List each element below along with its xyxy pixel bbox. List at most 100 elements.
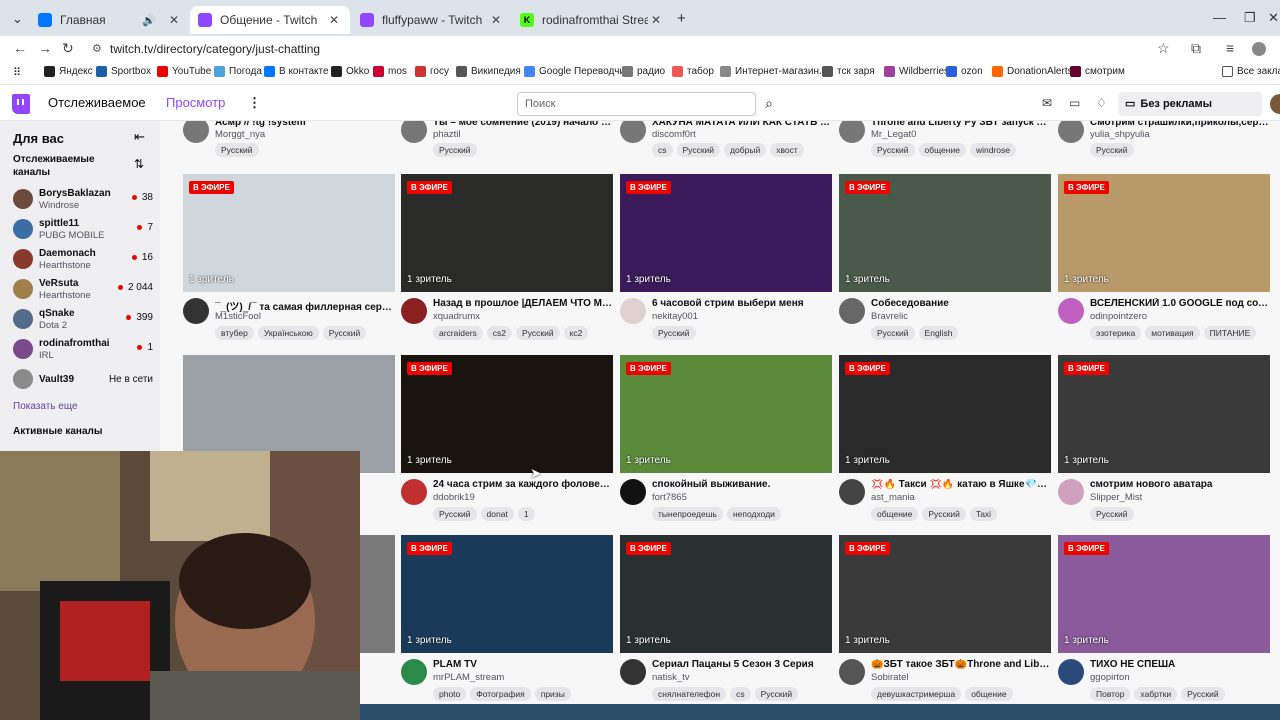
channel-avatar[interactable] — [839, 121, 865, 143]
nav-browse[interactable]: Просмотр — [166, 95, 225, 110]
tag[interactable]: тынепроедешь — [652, 507, 723, 521]
tag[interactable]: Русский — [1090, 143, 1134, 157]
browser-tab-4[interactable]: K rodinafromthai Stream - Watch ✕ — [512, 6, 672, 34]
tag[interactable]: снялнателефон — [652, 687, 727, 701]
search-input[interactable]: Поиск — [517, 92, 756, 116]
stream-card[interactable]: ХАКУНА МАТАТА ИЛИ КАК СТАТЬ С... discomf0… — [620, 121, 832, 157]
tag[interactable]: ПИТАНИЕ — [1203, 326, 1257, 340]
stream-card[interactable]: В ЭФИРЕ 1 зритель Назад в прошлое |ДЕЛАЕМ … — [401, 174, 613, 349]
bookmark-item[interactable]: mos — [373, 66, 407, 77]
tag[interactable]: Taxi — [969, 507, 998, 521]
channel-name[interactable]: odinpointzero — [1090, 311, 1147, 322]
stream-card[interactable]: В ЭФИРЕ 1 зритель ¯_(ツ)_/¯ та самая филлер… — [183, 174, 395, 349]
stream-title[interactable]: 24 часа стрим за каждого фоловера... — [433, 479, 613, 490]
forward-icon[interactable]: → — [38, 40, 52, 56]
inbox-icon[interactable]: ✉ — [1042, 96, 1052, 110]
bookmark-item[interactable]: тск заря — [822, 66, 875, 77]
stream-title[interactable]: Асмр // !tg !system — [215, 121, 395, 128]
tag[interactable]: Русский — [922, 507, 966, 521]
speaker-icon[interactable]: 🔊 — [142, 14, 156, 27]
nav-following[interactable]: Отслеживаемое — [48, 95, 146, 110]
bookmark-item[interactable]: Google Переводчик — [524, 66, 629, 77]
stream-card[interactable]: Throne and Liberty Ру ЗБТ запуск ка... Mr… — [839, 121, 1051, 157]
profile-avatar[interactable] — [1252, 42, 1266, 56]
tag[interactable]: общение — [871, 507, 919, 521]
sidebar-channel[interactable]: qSnake Dota 2 399 — [13, 306, 153, 336]
minimize-button[interactable]: — — [1213, 10, 1226, 25]
stream-card[interactable]: В ЭФИРЕ 1 зритель спокойный выживание. fort… — [620, 355, 832, 530]
sidebar-channel[interactable]: spittle11 PUBG MOBILE 7 — [13, 216, 153, 246]
stream-card[interactable]: В ЭФИРЕ 1 зритель Собеседование Bravrelic Ру… — [839, 174, 1051, 349]
tag[interactable]: Русский — [516, 326, 560, 340]
stream-card[interactable]: В ЭФИРЕ 1 зритель ТИХО НЕ СПЕША ggopirton По… — [1058, 535, 1270, 710]
stream-title[interactable]: Назад в прошлое |ДЕЛАЕМ ЧТО МО... — [433, 298, 613, 309]
stream-title[interactable]: Ты – моё сомнение (2019) начало 12... — [433, 121, 613, 128]
stream-thumbnail[interactable]: В ЭФИРЕ 1 зритель — [620, 174, 832, 292]
stream-title[interactable]: Сериал Пацаны 5 Сезон 3 Серия — [652, 659, 832, 670]
bookmark-item[interactable]: Википедия — [456, 66, 521, 77]
tag[interactable]: English — [918, 326, 959, 340]
tag[interactable]: Русский — [676, 143, 721, 157]
channel-name[interactable]: Bravrelic — [871, 311, 908, 322]
channel-avatar[interactable] — [839, 298, 865, 324]
channel-avatar[interactable] — [620, 659, 646, 685]
stream-thumbnail[interactable]: В ЭФИРЕ 1 зритель — [401, 174, 613, 292]
channel-avatar[interactable] — [1058, 121, 1084, 143]
new-tab-button[interactable]: + — [677, 10, 686, 27]
channel-avatar[interactable] — [183, 298, 209, 324]
stream-card[interactable]: Ты – моё сомнение (2019) начало 12... pha… — [401, 121, 613, 157]
stream-card[interactable]: Асмр // !tg !system Morggt_nya Русский — [183, 121, 395, 157]
tag[interactable]: Повтор — [1090, 687, 1131, 701]
stream-thumbnail[interactable]: В ЭФИРЕ 1 зритель — [183, 174, 395, 292]
stream-title[interactable]: PLAM TV — [433, 659, 613, 670]
close-icon[interactable]: ✕ — [648, 13, 664, 27]
channel-avatar[interactable] — [401, 298, 427, 324]
tag[interactable]: мотивация — [1145, 326, 1200, 340]
channel-avatar[interactable] — [839, 479, 865, 505]
bookmark-item[interactable]: смотрим — [1070, 66, 1125, 77]
bookmark-item[interactable]: Интернет-магазин... — [720, 66, 827, 77]
channel-name[interactable]: M1sticFool — [215, 311, 261, 322]
tag[interactable]: donat — [480, 507, 514, 521]
bookmark-item[interactable]: ozon — [946, 66, 983, 77]
sidebar-channel[interactable]: BorysBaklazan Windrose 38 — [13, 186, 153, 216]
more-menu-icon[interactable]: ⋮ — [248, 95, 261, 111]
channel-name[interactable]: phaztil — [433, 129, 460, 140]
stream-thumbnail[interactable]: В ЭФИРЕ 1 зритель — [401, 535, 613, 653]
bookmark-item[interactable]: Sportbox — [96, 66, 151, 77]
stream-card[interactable]: В ЭФИРЕ 1 зритель 6 часовой стрим выбери м… — [620, 174, 832, 349]
tag[interactable]: Русский — [215, 143, 259, 157]
tag[interactable]: 1 — [517, 507, 535, 521]
tag[interactable]: Русский — [1090, 507, 1134, 521]
channel-avatar[interactable] — [401, 479, 427, 505]
show-more-link[interactable]: Показать еще — [13, 401, 78, 412]
tag[interactable]: Українською — [257, 326, 319, 340]
stream-card[interactable]: В ЭФИРЕ 1 зритель Сериал Пацаны 5 Сезон 3 … — [620, 535, 832, 710]
channel-name[interactable]: discomf0rt — [652, 129, 696, 140]
tag[interactable]: эзотерика — [1090, 326, 1142, 340]
stream-title[interactable]: 6 часовой стрим выбери меня — [652, 298, 832, 309]
bookmark-item[interactable]: Okko — [331, 66, 369, 77]
channel-avatar[interactable] — [620, 121, 646, 143]
tag[interactable]: Русский — [322, 326, 367, 340]
url-field[interactable]: ⚙ twitch.tv/directory/category/just-chat… — [86, 39, 1176, 59]
user-avatar[interactable] — [1270, 94, 1280, 114]
tag[interactable]: photo — [433, 687, 467, 701]
tag[interactable]: Русский — [871, 326, 915, 340]
prime-icon[interactable]: ♢ — [1096, 96, 1107, 110]
tag[interactable]: Русский — [1181, 687, 1225, 701]
tag[interactable]: cs — [730, 687, 751, 701]
channel-name[interactable]: xquadrumx — [433, 311, 480, 322]
tag[interactable]: кс2 — [563, 326, 589, 340]
bookmark-item[interactable]: госу — [415, 66, 449, 77]
tag[interactable]: Русский — [652, 326, 696, 340]
tag[interactable]: Русский — [871, 143, 915, 157]
tag[interactable]: cs2 — [486, 326, 513, 340]
stream-title[interactable]: 💢🔥 Такси 💢🔥 катаю в Яшке💎💎 ... — [871, 479, 1051, 490]
channel-name[interactable]: Slipper_Mist — [1090, 492, 1142, 503]
tag[interactable]: Русский — [433, 507, 477, 521]
channel-name[interactable]: yulia_shpyulia — [1090, 129, 1150, 140]
bookmark-item[interactable]: Wildberries — [884, 66, 949, 77]
tag[interactable]: Русский — [754, 687, 799, 701]
tab-search-icon[interactable]: ⌄ — [12, 11, 23, 27]
